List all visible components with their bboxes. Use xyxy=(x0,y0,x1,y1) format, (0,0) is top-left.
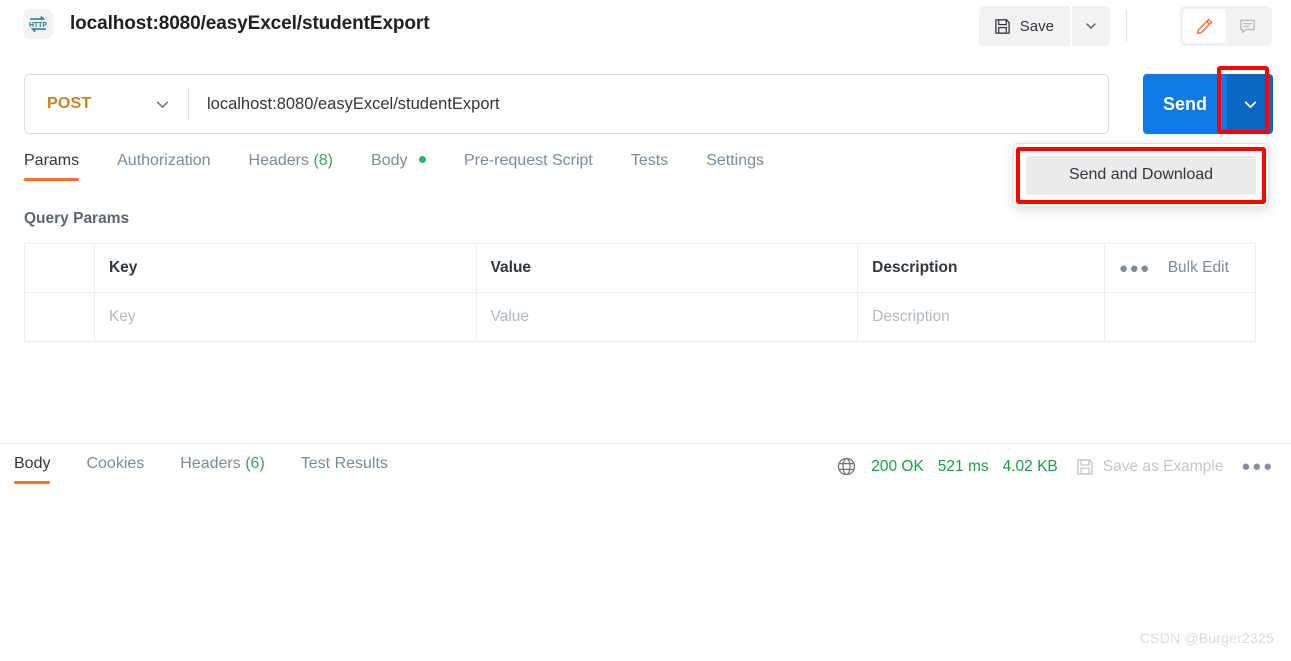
tab-pre-request-script[interactable]: Pre-request Script xyxy=(445,152,612,181)
query-params-table: Key Value Description ●●● Bulk Edit Key … xyxy=(24,243,1256,342)
save-button[interactable]: Save xyxy=(978,6,1070,46)
watermark: CSDN @Burger2325 xyxy=(1139,630,1274,646)
response-size: 4.02 KB xyxy=(1002,457,1058,475)
response-tab-headers-label: Headers xyxy=(180,455,241,472)
tab-headers-label: Headers xyxy=(248,152,309,169)
save-button-group: Save xyxy=(978,6,1110,46)
tab-tests-label: Tests xyxy=(630,152,669,169)
save-options-caret-button[interactable] xyxy=(1072,6,1110,46)
menu-item-send-and-download[interactable]: Send and Download xyxy=(1026,155,1256,195)
response-status: 200 OK xyxy=(871,457,924,475)
url-input[interactable] xyxy=(189,75,1108,133)
tab-pre-request-script-label: Pre-request Script xyxy=(463,152,593,169)
http-protocol-icon: HTTP xyxy=(23,9,53,39)
header-cell-bulk-edit: ●●● Bulk Edit xyxy=(1104,243,1256,293)
row-cell-key[interactable]: Key xyxy=(93,292,477,342)
send-button[interactable]: Send xyxy=(1143,74,1227,134)
response-meta-bar: 200 OK 521 ms 4.02 KB Save as Example ●●… xyxy=(836,456,1274,477)
response-tab-test-results-label: Test Results xyxy=(300,455,388,472)
row-cell-description[interactable]: Description xyxy=(857,292,1106,342)
floppy-disk-icon xyxy=(1076,458,1094,476)
request-tab-bar: Params Authorization Headers (8) Body Pr… xyxy=(24,152,783,181)
header-divider xyxy=(1126,10,1127,42)
tab-params-label: Params xyxy=(24,152,80,169)
url-bar: POST xyxy=(24,74,1109,134)
page-title: localhost:8080/easyExcel/studentExport xyxy=(70,13,430,34)
response-tab-cookies[interactable]: Cookies xyxy=(68,455,162,484)
tab-headers[interactable]: Headers (8) xyxy=(230,152,353,181)
floppy-disk-icon xyxy=(994,18,1011,35)
response-tab-cookies-label: Cookies xyxy=(86,455,145,472)
response-tab-test-results[interactable]: Test Results xyxy=(283,455,406,484)
row-cell-checkbox[interactable] xyxy=(24,292,95,342)
tab-authorization-label: Authorization xyxy=(117,152,211,169)
body-has-content-dot xyxy=(418,156,426,163)
query-params-title: Query Params xyxy=(24,210,130,227)
save-as-example-button[interactable]: Save as Example xyxy=(1076,457,1224,476)
header-cell-description: Description xyxy=(857,243,1106,293)
tab-headers-count: (8) xyxy=(313,152,334,169)
response-tab-body[interactable]: Body xyxy=(14,455,68,484)
header-cell-checkbox xyxy=(24,243,95,293)
comment-icon xyxy=(1238,17,1257,36)
response-time: 521 ms xyxy=(937,457,989,475)
row-cell-value[interactable]: Value xyxy=(475,292,859,342)
http-method-label: POST xyxy=(47,95,92,112)
response-tab-body-label: Body xyxy=(14,455,51,472)
bulk-edit-control[interactable]: ●●● Bulk Edit xyxy=(1119,259,1241,277)
edit-request-button[interactable] xyxy=(1183,9,1226,43)
comments-button[interactable] xyxy=(1226,9,1269,43)
save-as-example-label: Save as Example xyxy=(1102,457,1224,475)
save-button-label: Save xyxy=(1019,17,1054,35)
tab-settings-label: Settings xyxy=(706,152,765,169)
globe-icon xyxy=(836,456,857,477)
tab-settings[interactable]: Settings xyxy=(687,152,783,181)
pencil-icon xyxy=(1195,17,1214,36)
tab-params[interactable]: Params xyxy=(24,152,98,181)
response-tab-bar: Body Cookies Headers (6) Test Results xyxy=(14,455,406,484)
tab-body[interactable]: Body xyxy=(352,152,445,181)
header-cell-key: Key xyxy=(93,243,477,293)
bulk-edit-label: Bulk Edit xyxy=(1167,259,1229,276)
response-tab-headers[interactable]: Headers (6) xyxy=(162,455,283,484)
table-row[interactable]: Key Value Description xyxy=(24,292,1256,342)
row-cell-spacer xyxy=(1104,292,1256,342)
window-header: HTTP localhost:8080/easyExcel/studentExp… xyxy=(0,0,1291,56)
header-icon-group xyxy=(1180,6,1272,46)
chevron-down-icon xyxy=(1242,96,1259,113)
http-method-select[interactable]: POST xyxy=(25,75,188,133)
table-header-row: Key Value Description ●●● Bulk Edit xyxy=(24,243,1256,293)
svg-text:HTTP: HTTP xyxy=(29,22,47,29)
send-button-group: Send xyxy=(1143,74,1273,134)
tab-body-label: Body xyxy=(371,152,408,169)
response-tab-headers-count: (6) xyxy=(245,455,265,472)
postman-request-window: HTTP localhost:8080/easyExcel/studentExp… xyxy=(0,0,1291,661)
tab-authorization[interactable]: Authorization xyxy=(98,152,229,181)
tab-tests[interactable]: Tests xyxy=(612,152,687,181)
more-horizontal-icon[interactable]: ●●● xyxy=(1119,260,1151,277)
response-separator xyxy=(0,443,1291,444)
chevron-down-icon xyxy=(155,97,170,112)
send-options-menu: Send and Download xyxy=(1013,143,1269,207)
header-cell-value: Value xyxy=(475,243,859,293)
more-horizontal-icon[interactable]: ●●● xyxy=(1241,458,1274,475)
send-options-caret-button[interactable] xyxy=(1227,74,1273,134)
chevron-down-icon xyxy=(1084,19,1098,33)
